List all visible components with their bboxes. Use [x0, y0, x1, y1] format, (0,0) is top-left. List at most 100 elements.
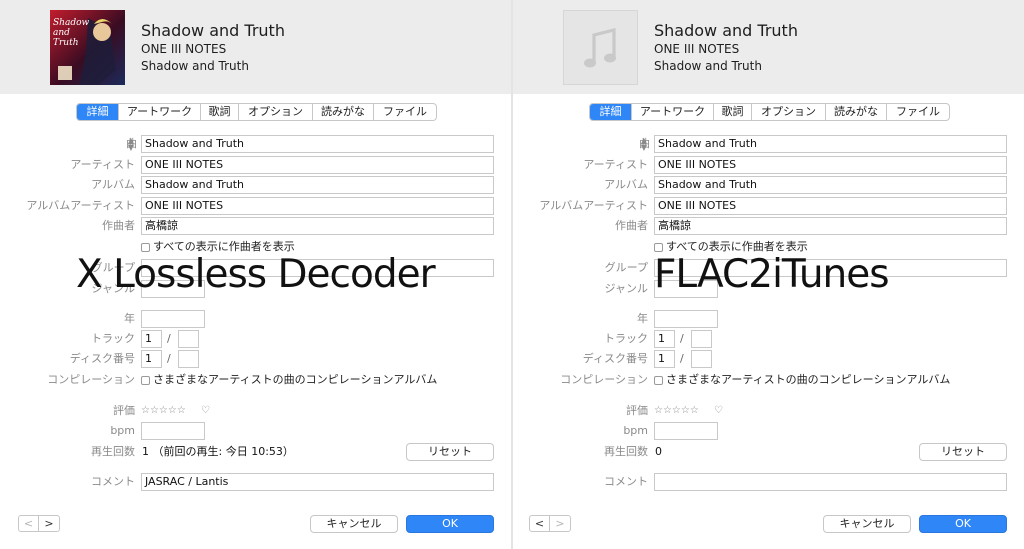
header-album: Shadow and Truth [141, 59, 249, 73]
album-field[interactable]: Shadow and Truth [141, 176, 494, 194]
show-composer-checkbox[interactable]: すべての表示に作曲者を表示 [141, 240, 295, 254]
comment-field[interactable]: JASRAC / Lantis [141, 473, 494, 491]
composer-field[interactable]: 高橋諒 [654, 217, 1007, 235]
compilation-checkbox[interactable]: さまざまなアーティストの曲のコンピレーションアルバム [654, 373, 950, 387]
disc-total-field[interactable] [691, 350, 712, 368]
compilation-checkbox-label: さまざまなアーティストの曲のコンピレーションアルバム [153, 373, 438, 386]
group-label: グループ [91, 261, 135, 274]
tab-bar: 詳細 アートワーク 歌詞 オプション 読みがな ファイル [76, 103, 437, 121]
album-artist-field[interactable]: ONE III NOTES [141, 197, 494, 215]
chevron-left-icon[interactable]: < [530, 516, 550, 531]
tab-details[interactable]: 詳細 [590, 104, 632, 120]
play-count-value: 1 （前回の再生: 今日 10:53） [142, 445, 294, 458]
track-header: Shadow and Truth ONE III NOTES Shadow an… [513, 0, 1024, 94]
compilation-checkbox-box[interactable] [654, 375, 663, 385]
year-label: 年 [124, 312, 135, 325]
artist-field[interactable]: ONE III NOTES [654, 156, 1007, 174]
tab-file[interactable]: ファイル [887, 104, 949, 120]
rating-label: 評価 [113, 404, 135, 417]
heart-icon[interactable]: ♡ [714, 402, 723, 420]
play-count-label: 再生回数 [604, 445, 648, 458]
tab-artwork[interactable]: アートワーク [119, 104, 201, 120]
album-artist-field[interactable]: ONE III NOTES [654, 197, 1007, 215]
tab-options[interactable]: オプション [239, 104, 313, 120]
compilation-checkbox[interactable]: さまざまなアーティストの曲のコンピレーションアルバム [141, 373, 437, 387]
year-label: 年 [637, 312, 648, 325]
show-composer-checkbox[interactable]: すべての表示に作曲者を表示 [654, 240, 808, 254]
sort-arrows-icon[interactable]: ▲ ▼ [640, 137, 648, 152]
tab-lyrics[interactable]: 歌詞 [714, 104, 752, 120]
composer-label: 作曲者 [102, 219, 135, 232]
track-nav: < > [529, 515, 571, 532]
sort-arrows-icon[interactable]: ▲ ▼ [127, 137, 135, 152]
album-artwork-label: Shadow and Truth [53, 18, 90, 48]
disc-label: ディスク番号 [69, 352, 135, 365]
play-count-label: 再生回数 [91, 445, 135, 458]
tab-details[interactable]: 詳細 [77, 104, 119, 120]
group-field[interactable] [654, 259, 1007, 277]
tab-artwork[interactable]: アートワーク [632, 104, 714, 120]
ok-button[interactable]: OK [919, 515, 1007, 533]
artist-label: アーティスト [583, 158, 648, 171]
disc-number-field[interactable]: 1 [141, 350, 162, 368]
disc-label: ディスク番号 [582, 352, 648, 365]
rating-stars[interactable]: ☆☆☆☆☆ [141, 402, 186, 420]
tab-lyrics[interactable]: 歌詞 [201, 104, 239, 120]
comment-label: コメント [604, 475, 648, 488]
track-number-field[interactable]: 1 [141, 330, 162, 348]
disc-total-field[interactable] [178, 350, 199, 368]
track-total-field[interactable] [691, 330, 712, 348]
tab-file[interactable]: ファイル [374, 104, 436, 120]
album-artist-label: アルバムアーティスト [539, 199, 648, 212]
tab-reading[interactable]: 読みがな [313, 104, 374, 120]
left-info-panel: Shadow and Truth Shadow and Truth ONE II… [0, 0, 511, 549]
bpm-field[interactable] [654, 422, 718, 440]
disc-slash: / [680, 352, 684, 365]
album-label: アルバム [91, 178, 135, 191]
genre-select[interactable] [654, 280, 718, 298]
genre-select[interactable] [141, 280, 205, 298]
tab-reading[interactable]: 読みがな [826, 104, 887, 120]
ok-button[interactable]: OK [406, 515, 494, 533]
album-artwork-placeholder [563, 10, 638, 85]
compilation-label: コンピレーション [560, 373, 648, 386]
comment-field[interactable] [654, 473, 1007, 491]
show-composer-checkbox-box[interactable] [141, 242, 150, 252]
album-artist-label: アルバムアーティスト [26, 199, 135, 212]
artist-label: アーティスト [70, 158, 135, 171]
chevron-left-icon[interactable]: < [19, 516, 39, 531]
header-title: Shadow and Truth [141, 21, 285, 40]
show-composer-checkbox-box[interactable] [654, 242, 663, 252]
disc-slash: / [167, 352, 171, 365]
bpm-label: bpm [623, 424, 648, 437]
compilation-checkbox-box[interactable] [141, 375, 150, 385]
group-field[interactable] [141, 259, 494, 277]
cancel-button[interactable]: キャンセル [310, 515, 398, 533]
reset-button[interactable]: リセット [919, 443, 1007, 461]
track-slash: / [167, 332, 171, 345]
genre-label: ジャンル [91, 282, 135, 295]
track-number-field[interactable]: 1 [654, 330, 675, 348]
year-field[interactable] [654, 310, 718, 328]
right-info-panel: Shadow and Truth ONE III NOTES Shadow an… [513, 0, 1024, 549]
tab-options[interactable]: オプション [752, 104, 826, 120]
album-artwork: Shadow and Truth [50, 10, 125, 85]
album-field[interactable]: Shadow and Truth [654, 176, 1007, 194]
chevron-right-icon[interactable]: > [39, 516, 59, 531]
disc-number-field[interactable]: 1 [654, 350, 675, 368]
header-artist: ONE III NOTES [141, 42, 227, 56]
compilation-label: コンピレーション [47, 373, 135, 386]
cancel-button[interactable]: キャンセル [823, 515, 911, 533]
reset-button[interactable]: リセット [406, 443, 494, 461]
year-field[interactable] [141, 310, 205, 328]
track-total-field[interactable] [178, 330, 199, 348]
song-field[interactable]: Shadow and Truth [141, 135, 494, 153]
heart-icon[interactable]: ♡ [201, 402, 210, 420]
composer-field[interactable]: 高橋諒 [141, 217, 494, 235]
song-field[interactable]: Shadow and Truth [654, 135, 1007, 153]
track-header: Shadow and Truth Shadow and Truth ONE II… [0, 0, 511, 94]
rating-stars[interactable]: ☆☆☆☆☆ [654, 402, 699, 420]
artist-field[interactable]: ONE III NOTES [141, 156, 494, 174]
bpm-field[interactable] [141, 422, 205, 440]
chevron-right-icon[interactable]: > [550, 516, 570, 531]
